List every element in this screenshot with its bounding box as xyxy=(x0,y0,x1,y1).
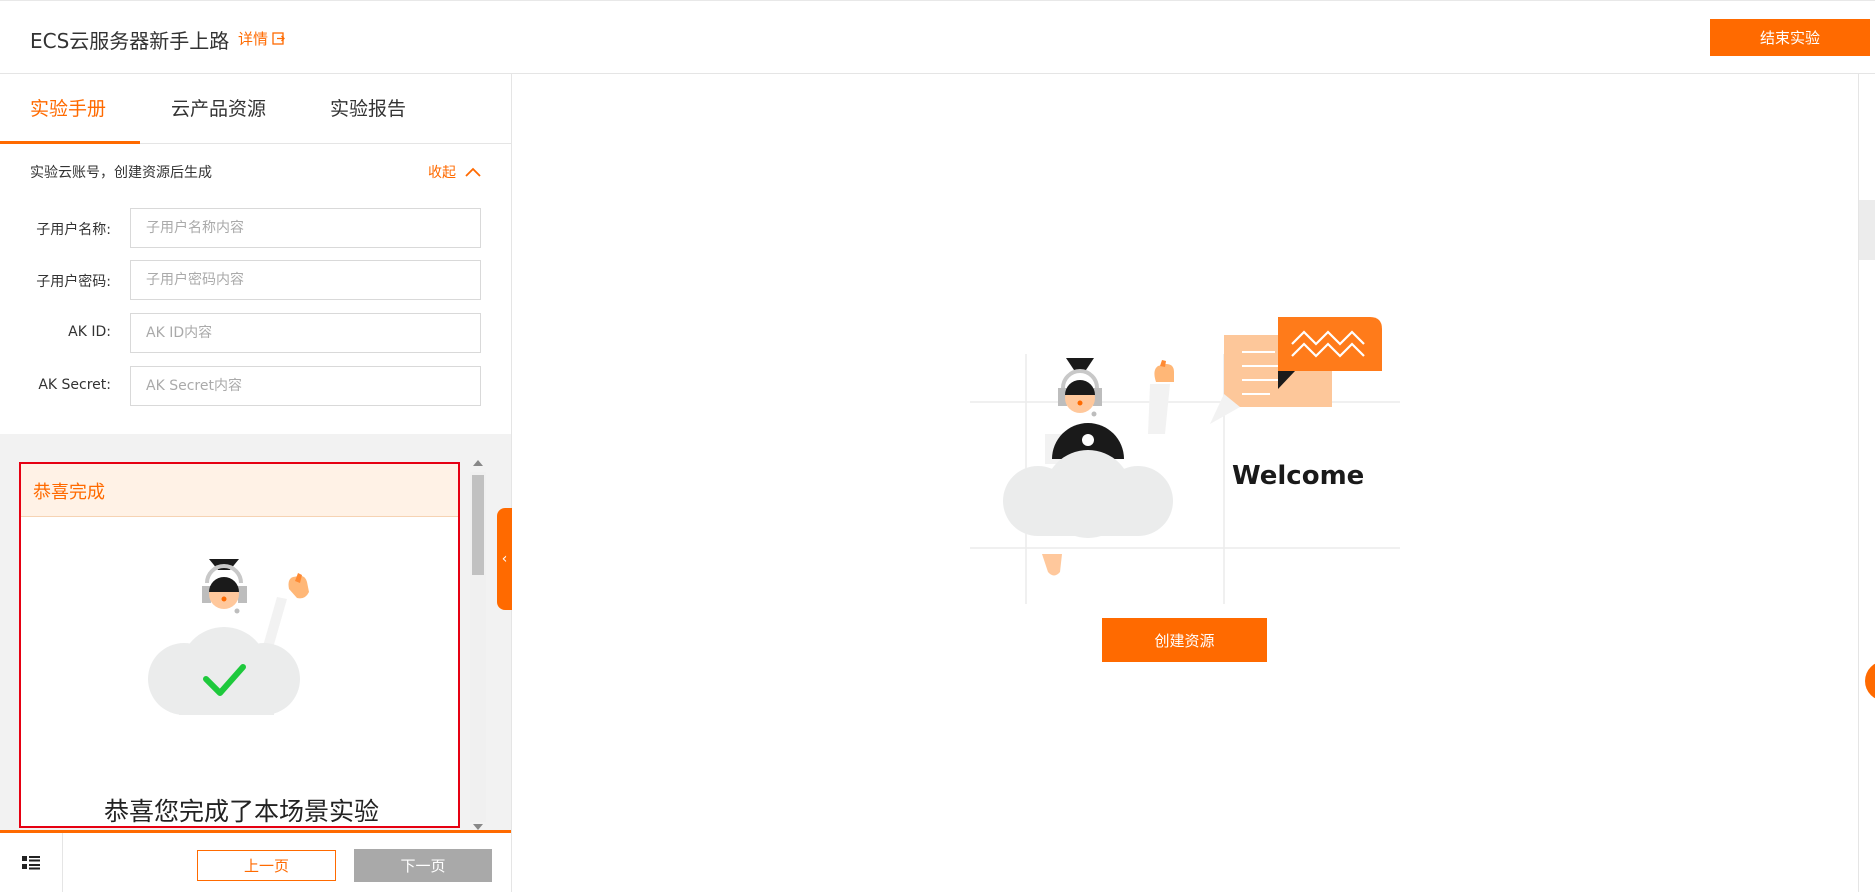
active-tab-indicator xyxy=(0,141,140,144)
scroll-thumb[interactable] xyxy=(472,475,484,575)
ak-id-field[interactable] xyxy=(130,313,481,353)
completion-card: 恭喜完成 恭喜您完成了本场景实验 xyxy=(19,462,460,828)
completion-message: 恭喜您完成了本场景实验 xyxy=(103,797,379,826)
collapse-label: 收起 xyxy=(428,165,456,181)
ak-secret-field[interactable] xyxy=(130,366,481,406)
details-label: 详情 xyxy=(238,30,269,48)
right-scroll-thumb[interactable] xyxy=(1859,200,1875,260)
account-notice: 实验云账号，创建资源后生成 xyxy=(30,165,212,181)
top-bar: ECS云服务器新手上路 详情 结束实验 xyxy=(0,0,1875,74)
password-field[interactable] xyxy=(130,260,481,300)
username-label: 子用户名称: xyxy=(36,222,111,238)
completion-illustration xyxy=(148,559,309,715)
create-resources-button[interactable]: 创建资源 xyxy=(1102,618,1267,662)
main-area: Welcome 创建资源 xyxy=(512,74,1875,892)
end-experiment-button[interactable]: 结束实验 xyxy=(1710,19,1870,56)
username-field[interactable] xyxy=(130,208,481,248)
content-scrollbar[interactable] xyxy=(470,460,486,830)
ak-id-label: AK ID: xyxy=(68,324,111,340)
right-scrollbar[interactable] xyxy=(1858,74,1875,892)
list-menu-icon xyxy=(22,855,40,869)
welcome-illustration: Welcome xyxy=(970,317,1400,604)
chevron-up-icon xyxy=(465,167,481,177)
tab-cloud-resources[interactable]: 云产品资源 xyxy=(171,94,266,121)
left-panel: 实验手册 云产品资源 实验报告 实验云账号，创建资源后生成 收起 子用户名称: … xyxy=(0,74,512,892)
page-title: ECS云服务器新手上路 xyxy=(30,29,230,53)
password-label: 子用户密码: xyxy=(36,274,111,290)
tab-lab-report[interactable]: 实验报告 xyxy=(330,94,406,121)
details-link[interactable]: 详情 xyxy=(238,28,285,49)
card-title: 恭喜完成 xyxy=(33,482,105,503)
welcome-text: Welcome xyxy=(1232,461,1364,491)
next-page-button[interactable]: 下一页 xyxy=(354,849,492,882)
catalog-button[interactable] xyxy=(0,833,63,892)
prev-page-button[interactable]: 上一页 xyxy=(197,850,336,881)
collapse-toggle[interactable]: 收起 xyxy=(428,162,482,182)
panel-collapse-handle[interactable]: ‹ xyxy=(497,508,512,610)
bottom-nav-bar: 上一页 下一页 xyxy=(0,830,511,892)
ak-secret-label: AK Secret: xyxy=(38,377,111,393)
card-header: 恭喜完成 xyxy=(21,464,458,517)
account-notice-row: 实验云账号，创建资源后生成 收起 xyxy=(30,162,482,182)
scroll-up-arrow-icon[interactable] xyxy=(473,460,483,466)
chevron-left-icon: ‹ xyxy=(501,551,508,567)
tab-lab-manual[interactable]: 实验手册 xyxy=(30,94,106,121)
external-link-icon xyxy=(272,32,285,45)
tab-bar: 实验手册 云产品资源 实验报告 xyxy=(0,74,511,144)
